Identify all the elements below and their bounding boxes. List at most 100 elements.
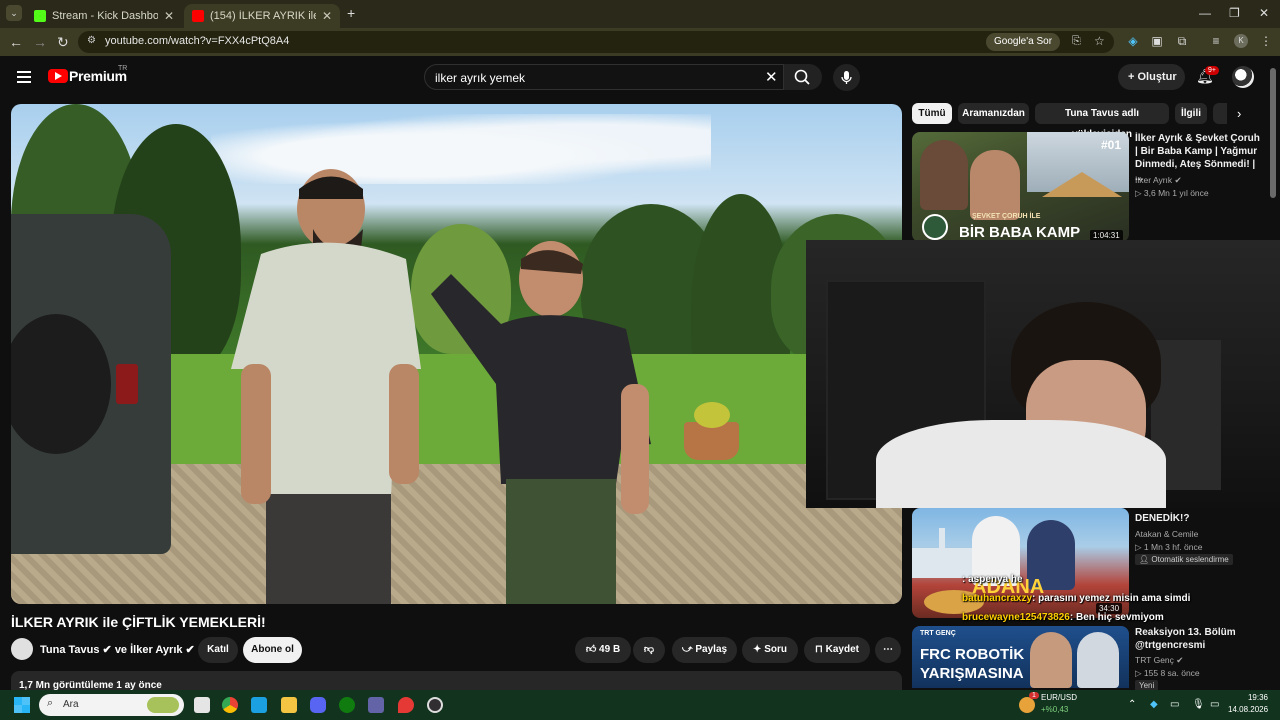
chip-label: İlgili — [1181, 108, 1201, 119]
recommended-channel[interactable]: TRT Genç ✔ — [1135, 655, 1183, 666]
teams-icon[interactable] — [368, 697, 384, 713]
chip-partial[interactable] — [1213, 103, 1227, 124]
youtube-logo-icon[interactable] — [48, 69, 68, 83]
reload-icon[interactable]: ↻ — [57, 34, 69, 51]
minimize-icon[interactable]: — — [1199, 6, 1211, 20]
recommended-thumbnail[interactable]: TRT GENÇ FRC ROBOTİK YARIŞMASINA — [912, 626, 1129, 688]
youtube-header: Premium TR ilker ayrık yemek ✕ + Oluştur… — [0, 56, 1280, 100]
microphone-icon[interactable]: 🎙︎ — [1192, 699, 1205, 710]
subscribe-button[interactable]: Abone ol — [243, 637, 302, 663]
file-explorer-icon[interactable] — [194, 697, 210, 713]
more-actions-button[interactable]: ⋯ — [875, 637, 901, 663]
scrollbar[interactable] — [1270, 68, 1276, 198]
obs-icon[interactable] — [427, 697, 443, 713]
like-button[interactable]: 👍︎ 49 B — [575, 637, 631, 663]
ask-google-label: Google'a Sor — [994, 36, 1053, 47]
voice-search-button[interactable] — [833, 64, 860, 91]
back-icon[interactable]: ← — [9, 34, 23, 50]
taskbar-search-input[interactable]: ⌕ Ara — [39, 694, 184, 716]
clear-search-icon[interactable]: ✕ — [765, 68, 778, 86]
tab-search-button[interactable]: ⌄ — [6, 5, 22, 21]
hamburger-menu-icon[interactable] — [17, 71, 31, 83]
profile-avatar[interactable]: K — [1234, 34, 1248, 48]
dislike-button[interactable]: 👎︎ — [633, 637, 665, 663]
tab-youtube-video[interactable]: (154) İLKER AYRIK ile ÇİFTLİK YE ✕ — [184, 4, 340, 28]
tab-kick-dashboard[interactable]: Stream - Kick Dashboard ✕ — [26, 4, 182, 28]
close-tab-icon[interactable]: ✕ — [164, 9, 174, 23]
search-button[interactable] — [784, 64, 822, 90]
new-tab-button[interactable]: + — [347, 5, 355, 21]
recommended-channel[interactable]: Atakan & Cemile — [1135, 529, 1198, 539]
jeep-taillight — [116, 364, 138, 404]
video-player[interactable] — [11, 104, 902, 604]
thumbnail-title: FRC ROBOTİK — [920, 646, 1025, 663]
browser-toolbar: ← → ↻ ⚙ youtube.com/watch?v=FXX4cPtQ8A4 … — [0, 28, 1280, 56]
chip-all[interactable]: Tümü — [912, 103, 952, 124]
chip-label: Tümü — [918, 108, 946, 119]
bookmark-star-icon[interactable]: ☆ — [1094, 34, 1105, 48]
recommended-channel[interactable]: İlker Ayrık ✔ — [1135, 175, 1182, 186]
search-input[interactable]: ilker ayrık yemek ✕ — [424, 64, 784, 90]
maps-pin-icon[interactable] — [398, 697, 414, 713]
recommended-thumbnail[interactable]: #01 ŞEVKET ÇORUH İLE BİR BABA KAMP 1:04:… — [912, 132, 1129, 242]
chrome-icon[interactable] — [222, 697, 238, 713]
channel-logo-icon — [922, 214, 948, 240]
site-info-icon[interactable]: ⚙ — [87, 35, 96, 46]
forward-icon[interactable]: → — [33, 34, 47, 50]
windows-start-icon[interactable] — [14, 697, 30, 713]
create-button[interactable]: + Oluştur — [1118, 64, 1185, 90]
save-label: Kaydet — [825, 644, 859, 655]
thumbnail-subtitle: YARIŞMASINA — [920, 665, 1024, 682]
chevron-right-icon[interactable]: › — [1237, 106, 1241, 121]
search-icon — [794, 69, 810, 85]
extension-icon[interactable]: ▣ — [1150, 34, 1164, 48]
clock-time[interactable]: 19:36 — [1232, 693, 1268, 702]
flower-bush — [694, 402, 730, 428]
network-icon[interactable]: ▭ — [1210, 699, 1219, 710]
install-app-icon[interactable]: ⎘ — [1072, 35, 1081, 48]
chat-message: : aspenya he — [962, 574, 1023, 585]
chip-from-uploader[interactable]: Tuna Tavus adlı yükleyiciden — [1035, 103, 1169, 140]
monitor-icon[interactable]: ▭ — [1170, 699, 1179, 710]
app-tray-icon[interactable]: ◆ — [1150, 699, 1158, 710]
ticker-change: +%0,43 — [1041, 705, 1069, 714]
ask-google-button[interactable]: Google'a Sor — [986, 33, 1061, 51]
clock-date[interactable]: 14.08.2026 — [1228, 705, 1268, 714]
channel-avatar[interactable] — [11, 638, 33, 660]
ticker-symbol[interactable]: EUR/USD — [1041, 693, 1077, 702]
save-button[interactable]: ⊓ Kaydet — [804, 637, 870, 663]
person-right — [431, 241, 651, 604]
channel-name[interactable]: Tuna Tavus ✔ ve İlker Ayrık ✔ — [40, 643, 195, 656]
xbox-icon[interactable] — [339, 697, 355, 713]
chat-username: brucewayne125473826 — [962, 612, 1070, 623]
share-button[interactable]: ⤻ Paylaş — [672, 637, 737, 663]
ask-button[interactable]: ✦ Soru — [742, 637, 798, 663]
account-avatar[interactable] — [1232, 66, 1254, 88]
address-bar[interactable]: ⚙ youtube.com/watch?v=FXX4cPtQ8A4 Google… — [78, 31, 1114, 53]
join-button[interactable]: Katıl — [198, 637, 238, 663]
chip-from-search[interactable]: Aramanızdan — [958, 103, 1029, 124]
flower-pot — [684, 402, 739, 460]
recommended-title[interactable]: Reaksiyon 13. Bölüm @trtgencresmi — [1135, 626, 1265, 652]
chat-text: : aspenya he — [962, 574, 1023, 585]
restore-icon[interactable]: ❐ — [1229, 6, 1240, 20]
discord-icon[interactable] — [310, 697, 326, 713]
chip-related[interactable]: İlgili — [1175, 103, 1207, 124]
extension-icon[interactable]: ◈ — [1126, 34, 1140, 48]
more-menu-icon[interactable]: ⋮ — [1259, 34, 1273, 48]
folder-icon[interactable] — [281, 697, 297, 713]
tab-label: Stream - Kick Dashboard — [52, 10, 158, 22]
episode-tag: #01 — [1101, 138, 1122, 152]
url-text[interactable]: youtube.com/watch?v=FXX4cPtQ8A4 — [105, 35, 289, 47]
streamer-shirt — [876, 420, 1166, 508]
close-tab-icon[interactable]: ✕ — [322, 9, 332, 23]
extensions-puzzle-icon[interactable]: ⧉ — [1175, 34, 1189, 48]
person-with-hat — [920, 140, 968, 210]
desktop-app-icon[interactable] — [251, 697, 267, 713]
chat-message: batuhancraxzy: parasını yemez misin ama … — [962, 593, 1190, 604]
chevron-up-icon[interactable]: ⌃ — [1128, 699, 1136, 710]
recommended-title[interactable]: DENEDİK!? — [1135, 512, 1265, 525]
reading-list-icon[interactable]: ≡ — [1209, 34, 1223, 48]
close-window-icon[interactable]: ✕ — [1259, 6, 1269, 20]
auto-dub-badge: 👤︎ Otomatik seslendirme — [1135, 554, 1233, 565]
